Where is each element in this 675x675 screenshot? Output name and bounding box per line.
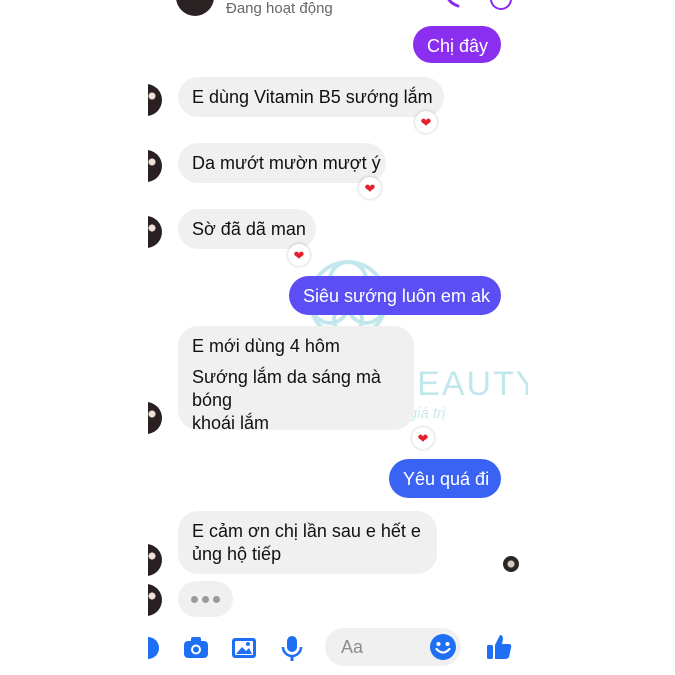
- heart-reaction-icon[interactable]: ❤: [359, 177, 381, 199]
- sender-avatar[interactable]: [148, 584, 162, 616]
- message-text: Sờ đã dã man: [192, 219, 306, 239]
- message-line: E mới dùng 4 hôm: [192, 336, 340, 356]
- message-line: khoái lắm: [192, 413, 270, 433]
- message-bubble-incoming[interactable]: Sờ đã dã man: [178, 209, 316, 249]
- sender-avatar[interactable]: [148, 150, 162, 182]
- sender-avatar[interactable]: [148, 544, 162, 576]
- message-text: Siêu sướng luôn em ak: [303, 286, 490, 306]
- message-bubble-outgoing[interactable]: Siêu sướng luôn em ak: [289, 276, 501, 315]
- composer-bar: Aa: [148, 626, 528, 668]
- seen-receipt-avatar: [503, 556, 519, 572]
- message-input-placeholder: Aa: [341, 637, 364, 657]
- thumbs-up-icon[interactable]: [484, 632, 514, 662]
- sender-avatar[interactable]: [148, 216, 162, 248]
- heart-reaction-icon[interactable]: ❤: [415, 111, 437, 133]
- camera-icon[interactable]: [182, 634, 210, 662]
- typing-dot: [202, 595, 209, 603]
- photo-icon[interactable]: [230, 634, 258, 662]
- video-icon[interactable]: [488, 0, 514, 12]
- message-input[interactable]: Aa: [325, 628, 461, 666]
- more-options-icon[interactable]: [148, 634, 166, 662]
- message-line: Sướng lắm da sáng mà bóng: [192, 367, 381, 410]
- microphone-icon[interactable]: [278, 634, 306, 662]
- message-bubble-incoming[interactable]: Da mướt mườn mượt ý: [178, 143, 386, 183]
- sender-avatar[interactable]: [148, 84, 162, 116]
- message-bubble-outgoing[interactable]: Chị đây: [413, 26, 501, 63]
- message-text: Da mướt mườn mượt ý: [192, 153, 381, 173]
- message-line: E cảm ơn chị lần sau e hết e: [192, 521, 421, 541]
- phone-icon[interactable]: [440, 0, 466, 12]
- heart-reaction-icon[interactable]: ❤: [412, 427, 434, 449]
- heart-reaction-icon[interactable]: ❤: [288, 244, 310, 266]
- message-bubble-incoming[interactable]: E mới dùng 4 hôm Sướng lắm da sáng mà bó…: [178, 326, 414, 433]
- message-text: Chị đây: [427, 36, 489, 56]
- typing-indicator: [178, 581, 233, 617]
- typing-dot: [213, 595, 220, 603]
- message-text: Yêu quá đi: [403, 469, 490, 489]
- emoji-icon[interactable]: [429, 633, 457, 661]
- message-bubble-outgoing[interactable]: Yêu quá đi: [389, 459, 501, 498]
- sender-avatar[interactable]: [148, 402, 162, 434]
- typing-dot: [191, 595, 198, 603]
- contact-avatar[interactable]: [176, 0, 214, 16]
- message-bubble-incoming[interactable]: E cảm ơn chị lần sau e hết e ủng hộ tiếp: [178, 511, 437, 574]
- chat-screen: Đang hoạt động HATHOR BEAUTY Nơi vẻ đẹp …: [148, 0, 528, 675]
- message-text: E dùng Vitamin B5 sướng lắm: [192, 87, 433, 107]
- message-bubble-incoming[interactable]: E dùng Vitamin B5 sướng lắm: [178, 77, 444, 117]
- message-line: ủng hộ tiếp: [192, 544, 282, 564]
- active-status: Đang hoạt động: [226, 0, 333, 17]
